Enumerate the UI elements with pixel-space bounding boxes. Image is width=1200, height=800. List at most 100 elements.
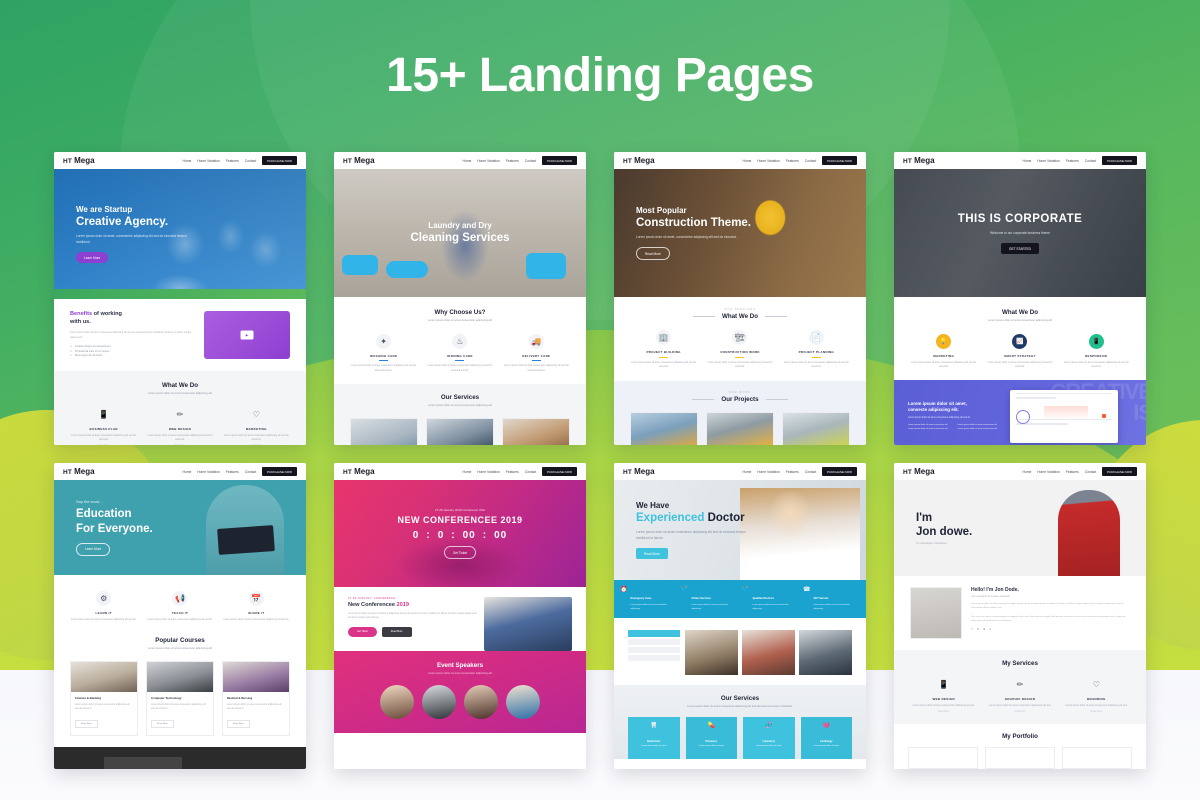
dribbble-icon[interactable]: ● (989, 627, 991, 631)
nav-link-home[interactable]: Home (1022, 470, 1031, 474)
project-card[interactable]: Helpful & Friendly Volunteers (706, 411, 774, 445)
nav-link-features[interactable]: Features (1066, 159, 1079, 163)
nav-link-home[interactable]: Home (182, 159, 191, 163)
nav-link-home-variation[interactable]: Home Variation (1037, 159, 1059, 163)
nav-link-contact[interactable]: Contact (805, 470, 816, 474)
service-tile[interactable]: 💓 Cardiology Lorem ipsum dolor sit amet (800, 717, 852, 760)
course-card[interactable]: Medical & Nursing Lorem ipsum dolor sit … (222, 661, 290, 736)
feature-more-link[interactable]: Read More (1063, 711, 1130, 713)
service-tile[interactable]: 💊 Pharmacy Lorem ipsum dolor sit amet (685, 717, 737, 760)
nav-link-contact[interactable]: Contact (525, 159, 536, 163)
logo[interactable]: HT Mega (63, 467, 95, 476)
nav-link-home-variation[interactable]: Home Variation (197, 470, 219, 474)
nav-link-features[interactable]: Features (506, 159, 519, 163)
portfolio-item[interactable] (908, 747, 978, 769)
project-card[interactable]: Helpful & Friendly Volunteers (630, 411, 698, 445)
about-primary-button[interactable]: Get Ticket (348, 626, 377, 637)
portfolio-item[interactable] (1062, 747, 1132, 769)
landing-page-card-construction-theme[interactable]: HT Mega Home Home Variation Features Con… (614, 152, 866, 445)
twitter-icon[interactable]: ★ (977, 627, 980, 631)
nav-link-home[interactable]: Home (182, 470, 191, 474)
course-card[interactable]: Computer Technology Lorem ipsum dolor si… (146, 661, 214, 736)
logo[interactable]: HT Mega (623, 467, 655, 476)
about-secondary-button[interactable]: Read More (381, 626, 412, 637)
nav-cta-button[interactable]: PURCHASE NOW (1102, 156, 1137, 165)
hero-cta-button[interactable]: Learn More (76, 542, 111, 556)
logo[interactable]: HT Mega (903, 156, 935, 165)
landing-page-card-conference[interactable]: HT Mega Home Home Variation Features Con… (334, 463, 586, 769)
nav-link-features[interactable]: Features (226, 159, 239, 163)
hero-cta-button[interactable]: Get Ticket (443, 546, 477, 559)
service-card[interactable]: Repairs Lorem ipsum dolor sit amet conse… (502, 417, 570, 445)
team-tab-active[interactable] (628, 629, 680, 637)
course-button[interactable]: Read More (227, 719, 250, 728)
nav-cta-button[interactable]: PURCHASE NOW (262, 156, 297, 165)
nav-cta-button[interactable]: PURCHASE NOW (1102, 467, 1137, 476)
nav-link-features[interactable]: Features (786, 470, 799, 474)
avatar[interactable] (464, 684, 498, 719)
nav-link-contact[interactable]: Contact (1085, 159, 1096, 163)
nav-link-home[interactable]: Home (462, 470, 471, 474)
nav-link-home[interactable]: Home (742, 470, 751, 474)
logo[interactable]: HT Mega (343, 467, 375, 476)
service-tile[interactable]: 🦷 Dental Care Lorem ipsum dolor sit amet (628, 717, 680, 760)
hero-cta-button[interactable]: GET STARTED (1001, 243, 1039, 255)
nav-link-features[interactable]: Features (226, 470, 239, 474)
landing-page-card-medical[interactable]: HT Mega Home Home Variation Features Con… (614, 463, 866, 769)
course-card[interactable]: Finance & Banking Lorem ipsum dolor sit … (70, 661, 138, 736)
nav-cta-button[interactable]: PURCHASE NOW (822, 156, 857, 165)
nav-link-home[interactable]: Home (462, 159, 471, 163)
nav-link-home-variation[interactable]: Home Variation (757, 159, 779, 163)
nav-link-contact[interactable]: Contact (525, 470, 536, 474)
landing-page-card-startup-creative-agency[interactable]: HT Mega Home Home Variation Features Con… (54, 152, 306, 445)
facebook-icon[interactable]: ? (971, 627, 973, 631)
portfolio-item[interactable] (985, 747, 1055, 769)
video-thumbnail[interactable]: ► (204, 311, 290, 359)
nav-link-contact[interactable]: Contact (245, 159, 256, 163)
hero-cta-button[interactable]: Read More (636, 548, 668, 560)
nav-link-home-variation[interactable]: Home Variation (197, 159, 219, 163)
nav-cta-button[interactable]: PURCHASE NOW (542, 467, 577, 476)
team-tab[interactable] (628, 646, 680, 653)
nav-link-home[interactable]: Home (742, 159, 751, 163)
team-tab[interactable] (628, 654, 680, 661)
nav-link-features[interactable]: Features (786, 159, 799, 163)
nav-link-contact[interactable]: Contact (245, 470, 256, 474)
team-tab[interactable] (628, 638, 680, 645)
avatar[interactable] (422, 684, 456, 719)
landing-page-card-personal-portfolio[interactable]: HT Mega Home Home Variation Features Con… (894, 463, 1146, 769)
nav-cta-button[interactable]: PURCHASE NOW (822, 467, 857, 476)
feature-more-link[interactable]: Read More (910, 711, 977, 713)
logo[interactable]: HT Mega (343, 156, 375, 165)
service-card[interactable]: Delivery Lorem ipsum dolor sit amet cons… (426, 417, 494, 445)
service-tile[interactable]: 🧬 Laboratory Lorem ipsum dolor sit amet (743, 717, 795, 760)
nav-link-home-variation[interactable]: Home Variation (477, 470, 499, 474)
hero-cta-button[interactable]: Read More (636, 247, 670, 261)
hero-cta-button[interactable]: Learn More (76, 252, 109, 264)
project-card[interactable]: Helpful & Friendly Volunteers (782, 411, 850, 445)
footer-cta-button[interactable] (104, 756, 182, 769)
nav-link-home[interactable]: Home (1022, 159, 1031, 163)
nav-link-home-variation[interactable]: Home Variation (1037, 470, 1059, 474)
landing-page-card-corporate[interactable]: HT Mega Home Home Variation Features Con… (894, 152, 1146, 445)
nav-cta-button[interactable]: PURCHASE NOW (542, 156, 577, 165)
nav-link-contact[interactable]: Contact (805, 159, 816, 163)
play-icon[interactable]: ► (240, 330, 254, 340)
nav-link-contact[interactable]: Contact (1085, 470, 1096, 474)
logo[interactable]: HT Mega (903, 467, 935, 476)
course-button[interactable]: Read More (75, 719, 98, 728)
feature-more-link[interactable]: Read More (986, 711, 1053, 713)
landing-page-card-education[interactable]: HT Mega Home Home Variation Features Con… (54, 463, 306, 769)
avatar[interactable] (380, 684, 414, 719)
nav-link-features[interactable]: Features (1066, 470, 1079, 474)
nav-link-home-variation[interactable]: Home Variation (477, 159, 499, 163)
logo[interactable]: HT Mega (623, 156, 655, 165)
avatar[interactable] (506, 684, 540, 719)
landing-page-card-laundry-cleaning-services[interactable]: HT Mega Home Home Variation Features Con… (334, 152, 586, 445)
service-card[interactable]: Cleaning Lorem ipsum dolor sit amet cons… (350, 417, 418, 445)
course-button[interactable]: Read More (151, 719, 174, 728)
nav-link-features[interactable]: Features (506, 470, 519, 474)
nav-cta-button[interactable]: PURCHASE NOW (262, 467, 297, 476)
logo[interactable]: HT Mega (63, 156, 95, 165)
linkedin-icon[interactable]: ■ (983, 627, 985, 631)
